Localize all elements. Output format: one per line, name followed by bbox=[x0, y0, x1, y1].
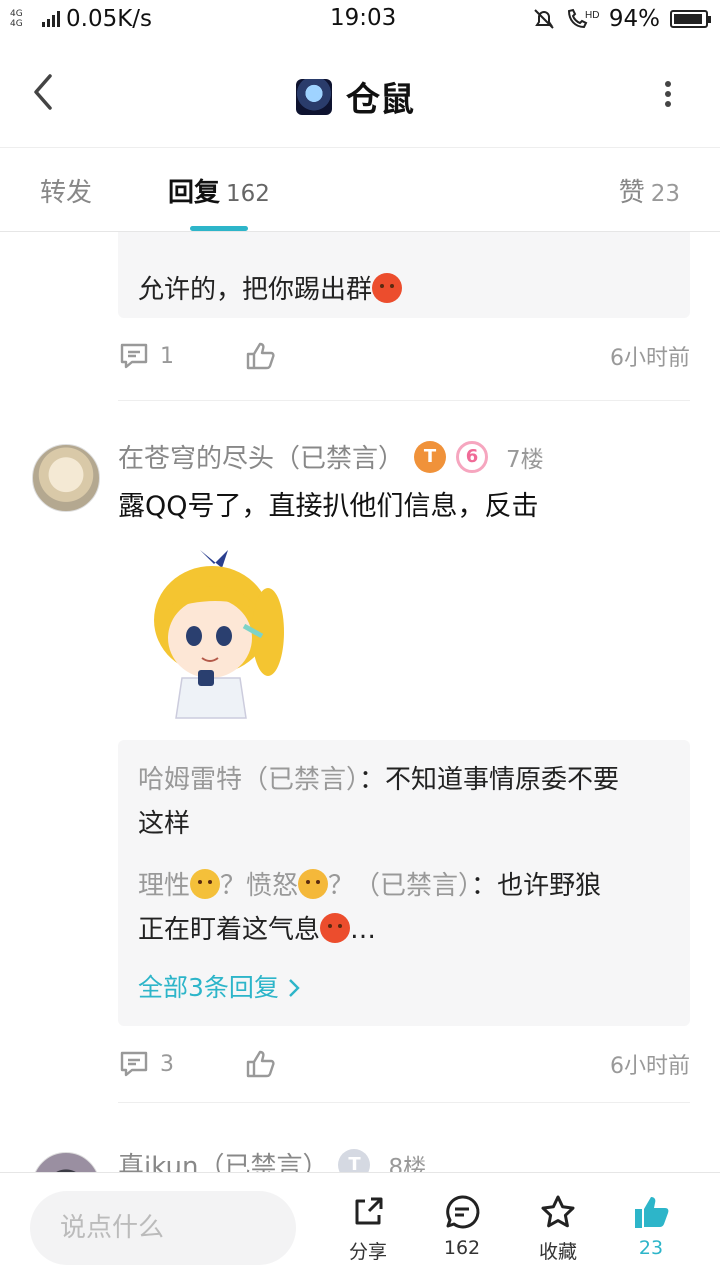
signal-icon bbox=[42, 11, 60, 27]
tab-like-label: 赞 bbox=[618, 178, 645, 208]
comment-icon[interactable] bbox=[118, 1048, 150, 1080]
bottom-action-bar: 说点什么 分享 162 收藏 23 bbox=[0, 1172, 720, 1280]
chat-bubble-icon bbox=[446, 1195, 480, 1229]
thumbs-up-filled-icon bbox=[635, 1197, 669, 1228]
status-bar: 4G 4G 0.05K/s 19:03 HD 94% bbox=[0, 0, 720, 38]
chevron-right-icon bbox=[289, 979, 300, 997]
group-avatar[interactable] bbox=[296, 78, 332, 115]
tab-like[interactable]: 赞 23 bbox=[619, 172, 680, 209]
angry-emoji-icon bbox=[320, 913, 351, 943]
star-icon bbox=[541, 1195, 575, 1228]
reply-1-sep: ： bbox=[359, 765, 386, 795]
reply-2-text-line1: 也许野狼 bbox=[497, 871, 602, 901]
level-badge: T bbox=[414, 440, 447, 473]
tab-forward[interactable]: 转发 bbox=[40, 172, 92, 209]
reply-2-author-b[interactable]: ？愤怒 bbox=[220, 871, 298, 901]
hd-label: HD bbox=[585, 10, 599, 21]
favorite-button[interactable]: 收藏 bbox=[523, 1193, 593, 1264]
reply-2-sep: ： bbox=[471, 871, 498, 901]
floor-number: 8楼 bbox=[388, 1154, 427, 1173]
divider bbox=[118, 400, 690, 401]
prev-quote-box[interactable]: 允许的，把你踢出群 bbox=[118, 232, 690, 318]
all-replies-label: 全部3条回复 bbox=[138, 973, 279, 1002]
user-avatar[interactable] bbox=[32, 444, 100, 512]
post-text: 露QQ号了，直接扒他们信息，反击 bbox=[118, 491, 539, 522]
reply-1: 哈姆雷特（已禁言）：不知道事情原委不要 bbox=[138, 758, 670, 802]
prev-quote-text: 允许的，把你踢出群 bbox=[138, 275, 373, 305]
battery-fill bbox=[674, 14, 702, 24]
reply-1-text-line1: 不知道事情原委不要 bbox=[385, 765, 620, 795]
level-badge: T bbox=[338, 1148, 371, 1172]
silent-bell-icon bbox=[534, 9, 554, 29]
comment-input[interactable]: 说点什么 bbox=[30, 1191, 296, 1265]
title-group[interactable]: 仓鼠 bbox=[296, 72, 414, 121]
annoyed-emoji-icon bbox=[298, 869, 329, 899]
comments-button[interactable]: 162 bbox=[427, 1193, 497, 1259]
likes-count: 23 bbox=[638, 1237, 664, 1259]
battery-icon bbox=[670, 10, 711, 28]
tab-reply-count: 162 bbox=[226, 181, 270, 207]
page-title: 仓鼠 bbox=[346, 80, 414, 120]
network-speed: 0.05K/s bbox=[66, 6, 153, 32]
reply-2-author-c[interactable]: ？（已禁言） bbox=[328, 871, 471, 901]
prev-quote-line: 允许的，把你踢出群 bbox=[138, 268, 670, 312]
share-button[interactable]: 分享 bbox=[333, 1193, 403, 1264]
favorite-label: 收藏 bbox=[538, 1241, 577, 1263]
tab-reply[interactable]: 回复 162 bbox=[168, 172, 270, 209]
back-arrow-icon[interactable] bbox=[28, 72, 58, 112]
tab-reply-label: 回复 bbox=[168, 178, 221, 208]
thumbs-up-icon[interactable] bbox=[244, 340, 276, 372]
prev-comment-count: 1 bbox=[160, 343, 174, 369]
like-button[interactable]: 23 bbox=[616, 1193, 686, 1259]
reply-2-ellipsis: … bbox=[350, 915, 377, 945]
network-type: 4G 4G bbox=[10, 9, 23, 29]
reply-1-author[interactable]: 哈姆雷特（已禁言） bbox=[138, 765, 359, 795]
tab-bar: 转发 回复 162 赞 23 bbox=[0, 150, 720, 232]
post-comment-count: 3 bbox=[160, 1051, 174, 1077]
post-time: 6小时前 bbox=[610, 1054, 690, 1079]
post-meta: 3 6小时前 bbox=[118, 1044, 690, 1084]
all-replies-link[interactable]: 全部3条回复 bbox=[138, 968, 670, 1004]
status-left: 4G 4G 0.05K/s bbox=[10, 6, 152, 32]
battery-percent: 94% bbox=[608, 6, 660, 32]
reply-1-text-line2: 这样 bbox=[138, 809, 191, 839]
share-icon bbox=[355, 1197, 383, 1225]
floor-number: 7楼 bbox=[506, 446, 544, 473]
reply-2: 理性 ？愤怒 ？（已禁言）：也许野狼 bbox=[138, 864, 670, 908]
post-author-row: 在苍穹的尽头（已禁言） T 6 7楼 bbox=[118, 438, 544, 475]
prev-post-time: 6小时前 bbox=[610, 346, 690, 371]
rank-badge: 6 bbox=[456, 440, 489, 473]
header: 仓鼠 bbox=[0, 40, 720, 148]
reply-2-line2: 正在盯着这气息 … bbox=[138, 908, 670, 952]
clock: 19:03 bbox=[330, 5, 397, 31]
prev-post-meta: 1 6小时前 bbox=[118, 336, 690, 376]
comment-icon[interactable] bbox=[118, 340, 150, 372]
reply-list[interactable]: 允许的，把你踢出群 1 6小时前 在苍穹的尽头（已禁言） T 6 7楼 露QQ号… bbox=[0, 232, 720, 1172]
tab-like-count: 23 bbox=[650, 181, 680, 207]
next-post-author-row: 真ikun（已禁言） T 8楼 bbox=[118, 1146, 426, 1172]
user-avatar[interactable] bbox=[32, 1152, 100, 1172]
reply-2-text-line2: 正在盯着这气息 bbox=[138, 915, 321, 945]
hd-call-icon: HD bbox=[567, 8, 599, 29]
active-tab-indicator bbox=[190, 226, 248, 231]
thumbs-up-icon[interactable] bbox=[244, 1048, 276, 1080]
share-label: 分享 bbox=[348, 1241, 387, 1263]
anime-girl-sticker[interactable] bbox=[140, 540, 290, 720]
status-right: HD 94% bbox=[533, 6, 711, 32]
comments-count: 162 bbox=[443, 1237, 481, 1259]
next-post-author-name[interactable]: 真ikun（已禁言） bbox=[118, 1146, 328, 1172]
angry-emoji-icon bbox=[372, 273, 403, 303]
post-author-name[interactable]: 在苍穹的尽头（已禁言） bbox=[118, 438, 404, 475]
divider bbox=[118, 1102, 690, 1103]
reply-preview-box[interactable]: 哈姆雷特（已禁言）：不知道事情原委不要 这样 理性 ？愤怒 ？（已禁言）：也许野狼 … bbox=[118, 740, 690, 1026]
thinking-emoji-icon bbox=[190, 869, 221, 899]
reply-2-author-a[interactable]: 理性 bbox=[138, 871, 190, 901]
more-options-icon[interactable] bbox=[664, 80, 672, 108]
screen: 4G 4G 0.05K/s 19:03 HD 94% 仓鼠 转发 回复 162 赞… bbox=[0, 0, 720, 1280]
